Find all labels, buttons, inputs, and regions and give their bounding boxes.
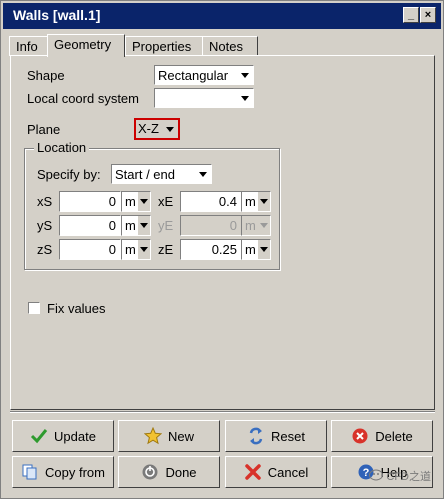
tab-properties-label: Properties [132, 39, 192, 54]
local-coord-select[interactable] [154, 88, 254, 108]
watermark: CFD之道 [369, 468, 431, 484]
ys-label: yS [37, 218, 53, 233]
shape-select[interactable]: Rectangular [154, 65, 254, 85]
fix-values-label: Fix values [47, 301, 106, 316]
tab-info[interactable]: Info [9, 36, 49, 56]
reset-button-label: Reset [271, 428, 305, 444]
delete-icon [351, 427, 369, 445]
tab-geometry-label: Geometry [54, 37, 112, 52]
copy-from-button-label: Copy from [45, 464, 105, 480]
copy-icon [21, 463, 39, 481]
cancel-x-icon [244, 463, 262, 481]
close-button[interactable]: × [420, 7, 436, 23]
xe-unit: m [245, 194, 256, 209]
ze-unit: m [245, 242, 256, 257]
ze-input[interactable]: 0.25 [180, 239, 242, 260]
tab-notes-label: Notes [209, 39, 243, 54]
chevron-down-icon [138, 216, 150, 235]
zs-unit: m [125, 242, 136, 257]
tab-geometry[interactable]: Geometry [47, 34, 125, 57]
chevron-down-icon [138, 240, 150, 259]
new-button[interactable]: New [118, 420, 220, 452]
ys-unit: m [125, 218, 136, 233]
zs-unit-select[interactable]: m [121, 239, 151, 260]
chevron-down-icon [162, 120, 178, 138]
ze-unit-select[interactable]: m [241, 239, 271, 260]
ye-unit: m [245, 218, 256, 233]
title-bar: Walls [wall.1] _ × [3, 3, 441, 29]
watermark-text: CFD之道 [386, 471, 431, 483]
local-coord-label: Local coord system [27, 91, 139, 106]
plane-label: Plane [27, 122, 61, 137]
minimize-button[interactable]: _ [403, 7, 419, 23]
new-button-label: New [167, 428, 194, 444]
ys-unit-select[interactable]: m [121, 215, 151, 236]
done-icon [141, 463, 159, 481]
xe-label: xE [158, 194, 174, 209]
shape-label: Shape [27, 68, 65, 83]
ye-unit-select: m [241, 215, 271, 236]
done-button-label: Done [165, 464, 197, 480]
xs-unit-select[interactable]: m [121, 191, 151, 212]
chevron-down-icon [258, 216, 270, 235]
zs-input[interactable]: 0 [59, 239, 121, 260]
reset-button[interactable]: Reset [225, 420, 327, 452]
specify-by-value: Start / end [115, 167, 175, 182]
checkmark-icon [30, 427, 48, 445]
ys-input[interactable]: 0 [59, 215, 121, 236]
xe-input[interactable]: 0.4 [180, 191, 242, 212]
watermark-logo-icon [369, 469, 384, 484]
chevron-down-icon [258, 192, 270, 211]
fix-values-checkbox[interactable] [28, 302, 40, 314]
specify-by-label: Specify by: [37, 167, 101, 182]
reset-arrows-icon [247, 427, 265, 445]
zs-label: zS [37, 242, 53, 257]
tab-info-label: Info [16, 39, 38, 54]
chevron-down-icon [237, 66, 253, 84]
xs-input[interactable]: 0 [59, 191, 121, 212]
chevron-down-icon [258, 240, 270, 259]
star-icon [143, 427, 162, 445]
update-button[interactable]: Update [12, 420, 114, 452]
svg-text:?: ? [362, 467, 369, 479]
chevron-down-icon [195, 165, 211, 183]
plane-value: X-Z [138, 121, 159, 136]
divider [10, 411, 435, 413]
chevron-down-icon [237, 89, 253, 107]
done-button[interactable]: Done [118, 456, 220, 488]
ze-label: zE [158, 242, 174, 257]
location-group-title: Location [34, 140, 90, 155]
window-title: Walls [wall.1] [13, 7, 101, 23]
walls-dialog: Walls [wall.1] _ × Info Geometry Propert… [0, 0, 444, 499]
cancel-button[interactable]: Cancel [225, 456, 327, 488]
tab-properties[interactable]: Properties [125, 36, 203, 56]
delete-button[interactable]: Delete [331, 420, 433, 452]
plane-select[interactable]: X-Z [134, 118, 180, 140]
xs-unit: m [125, 194, 136, 209]
xs-label: xS [37, 194, 53, 209]
xe-unit-select[interactable]: m [241, 191, 271, 212]
ye-input: 0 [180, 215, 242, 236]
specify-by-select[interactable]: Start / end [111, 164, 212, 184]
delete-button-label: Delete [375, 428, 413, 444]
cancel-button-label: Cancel [267, 464, 309, 480]
chevron-down-icon [138, 192, 150, 211]
update-button-label: Update [54, 428, 96, 444]
shape-value: Rectangular [158, 68, 229, 83]
tab-notes[interactable]: Notes [202, 36, 258, 56]
ye-label: yE [158, 218, 174, 233]
copy-from-button[interactable]: Copy from [12, 456, 114, 488]
